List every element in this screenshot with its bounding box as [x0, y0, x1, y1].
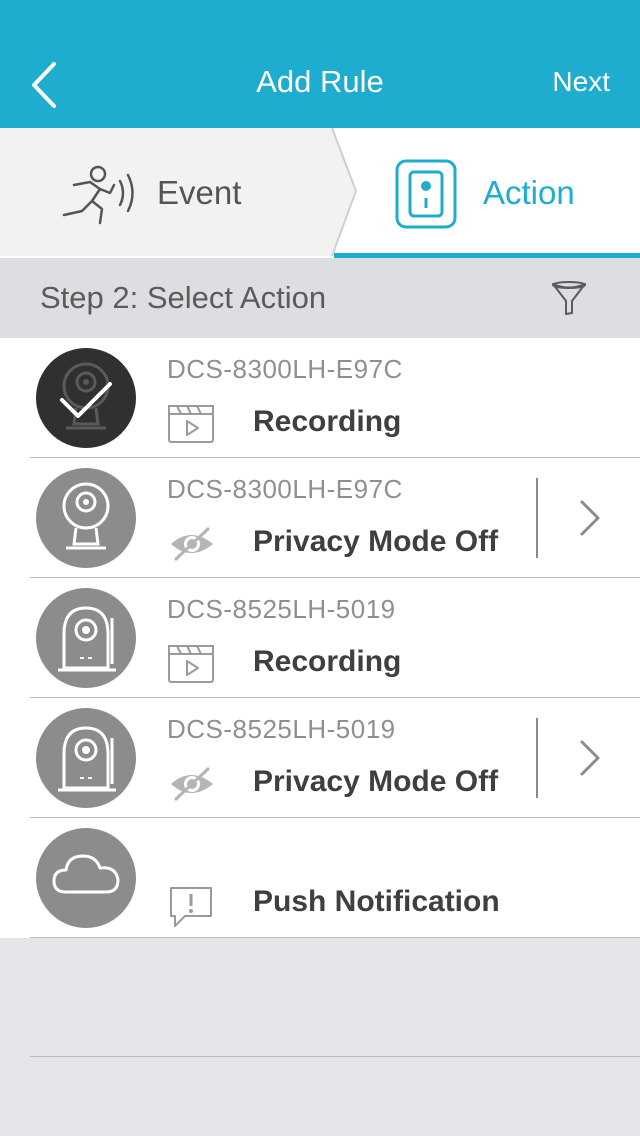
list-item[interactable]: DCS-8525LH-5019 Privacy Mode Off — [0, 698, 640, 818]
next-button[interactable]: Next — [552, 66, 610, 98]
row-separator — [536, 478, 538, 558]
tab-event-label: Event — [157, 174, 242, 211]
list-item[interactable]: DCS-8300LH-E97C Privacy Mode Off — [0, 458, 640, 578]
pan-tilt-camera-icon — [58, 726, 116, 792]
pan-tilt-camera-icon — [58, 606, 116, 672]
device-avatar — [36, 708, 136, 808]
action-label: Recording — [253, 645, 402, 678]
chevron-right-icon[interactable] — [578, 498, 602, 538]
device-name: DCS-8300LH-E97C — [167, 474, 403, 504]
action-label: Push Notification — [253, 885, 500, 918]
device-avatar — [36, 348, 136, 448]
alert-bubble-icon — [170, 887, 212, 927]
action-list: DCS-8300LH-E97C Recording DCS-8300LH-E97… — [0, 338, 640, 938]
device-avatar — [36, 468, 136, 568]
device-avatar — [36, 588, 136, 688]
clapperboard-icon — [168, 645, 214, 683]
running-person-motion-icon — [62, 165, 134, 225]
empty-area-divider — [30, 1056, 640, 1057]
list-item[interactable]: Push Notification — [0, 818, 640, 938]
filter-icon[interactable] — [550, 280, 588, 318]
action-label: Privacy Mode Off — [253, 525, 499, 558]
eye-slash-icon — [171, 526, 213, 562]
eye-slash-icon — [171, 766, 213, 802]
action-label: Recording — [253, 405, 402, 438]
action-label: Privacy Mode Off — [253, 765, 499, 798]
device-name: DCS-8300LH-E97C — [167, 354, 403, 384]
device-name: DCS-8525LH-5019 — [167, 714, 396, 744]
tab-action-label: Action — [483, 174, 575, 211]
camera-device-icon — [395, 159, 457, 229]
dome-camera-icon — [62, 482, 110, 550]
check-icon — [60, 382, 112, 418]
page-title: Add Rule — [256, 64, 384, 99]
row-divider — [30, 937, 640, 938]
row-separator — [536, 718, 538, 798]
device-avatar — [36, 828, 136, 928]
list-item[interactable]: DCS-8525LH-5019 Recording — [0, 578, 640, 698]
top-bar: Add Rule Next — [0, 0, 640, 128]
list-item[interactable]: DCS-8300LH-E97C Recording — [0, 338, 640, 458]
cloud-icon — [52, 854, 120, 894]
chevron-right-icon[interactable] — [578, 738, 602, 778]
clapperboard-icon — [168, 405, 214, 443]
device-name: DCS-8525LH-5019 — [167, 594, 396, 624]
step-title: Step 2: Select Action — [40, 280, 327, 315]
